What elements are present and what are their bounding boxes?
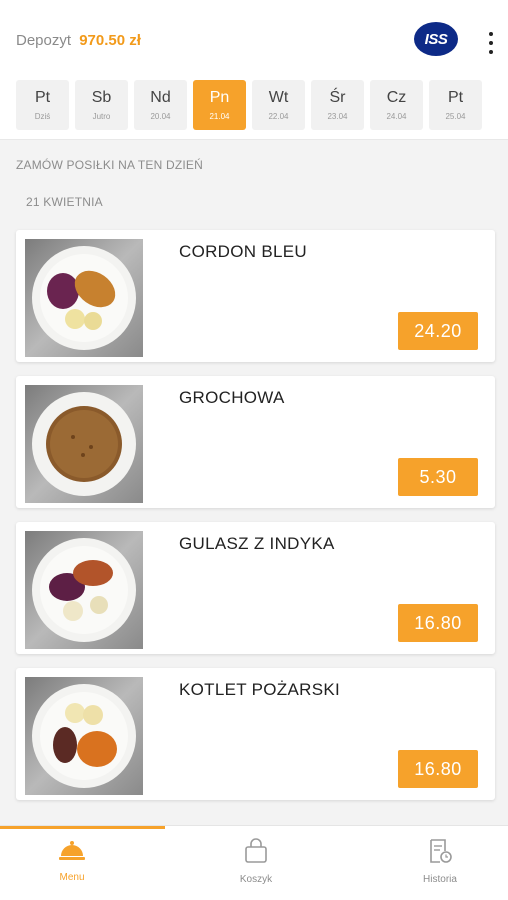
deposit-label: Depozyt — [16, 32, 72, 49]
day-abbr: Pt — [447, 89, 464, 106]
day-tab-5[interactable]: Śr 23.04 — [311, 80, 364, 130]
basket-icon — [245, 838, 267, 863]
day-sub: 25.04 — [445, 112, 466, 121]
dish-name: GROCHOWA — [179, 388, 285, 407]
order-section-title: ZAMÓW POSIŁKI NA TEN DZIEŃ — [16, 158, 204, 172]
day-abbr: Wt — [268, 89, 289, 106]
history-icon — [430, 839, 452, 863]
day-abbr: Sb — [91, 89, 112, 106]
dish-photo — [25, 531, 143, 649]
day-sub: 23.04 — [327, 112, 348, 121]
nav-history[interactable]: Historia — [380, 838, 500, 898]
dish-name: CORDON BLEU — [179, 242, 307, 261]
day-tab-1[interactable]: Sb Jutro — [75, 80, 128, 130]
day-abbr: Pn — [209, 89, 230, 106]
dish-name: GULASZ Z INDYKA — [179, 534, 335, 553]
dish-name: KOTLET POŻARSKI — [179, 680, 341, 699]
nav-menu-label: Menu — [59, 872, 85, 883]
more-options-icon[interactable] — [483, 32, 499, 54]
dish-photo — [25, 677, 143, 795]
day-tab-6[interactable]: Cz 24.04 — [370, 80, 423, 130]
dish-card[interactable]: CORDON BLEU 24.20 — [16, 230, 495, 362]
nav-history-label: Historia — [423, 874, 457, 885]
dish-card[interactable]: KOTLET POŻARSKI 16.80 — [16, 668, 495, 800]
bottom-navigation: Menu Koszyk Historia — [0, 825, 508, 900]
selected-date-title: 21 KWIETNIA — [26, 195, 103, 209]
day-abbr: Śr — [329, 89, 346, 106]
price-button[interactable]: 24.20 — [398, 312, 478, 350]
day-abbr: Cz — [386, 89, 407, 106]
nav-menu[interactable]: Menu — [12, 838, 132, 898]
nav-cart-label: Koszyk — [239, 874, 273, 885]
day-abbr: Nd — [150, 89, 171, 106]
day-tab-3-selected[interactable]: Pn 21.04 — [193, 80, 246, 130]
day-sub: Dziś — [34, 112, 51, 121]
price-button[interactable]: 5.30 — [398, 458, 478, 496]
dish-photo — [25, 239, 143, 357]
dish-card[interactable]: GULASZ Z INDYKA 16.80 — [16, 522, 495, 654]
deposit-display[interactable]: Depozyt 970.50 zł — [16, 32, 141, 49]
active-tab-indicator — [0, 826, 165, 829]
day-sub: 21.04 — [209, 112, 230, 121]
dish-card[interactable]: GROCHOWA 5.30 — [16, 376, 495, 508]
day-tab-4[interactable]: Wt 22.04 — [252, 80, 305, 130]
cloche-icon — [59, 841, 85, 860]
price-button[interactable]: 16.80 — [398, 750, 478, 788]
day-abbr: Pt — [34, 89, 51, 106]
day-sub: 20.04 — [150, 112, 171, 121]
day-tab-0[interactable]: Pt Dziś — [16, 80, 69, 130]
nav-cart[interactable]: Koszyk — [196, 838, 316, 898]
logo-text: ISS — [424, 30, 448, 48]
day-tab-7[interactable]: Pt 25.04 — [429, 80, 482, 130]
top-bar: Depozyt 970.50 zł ISS — [0, 0, 508, 80]
day-sub: 24.04 — [386, 112, 407, 121]
day-selector: Pt Dziś Sb Jutro Nd 20.04 Pn 21.04 Wt 22.04 Ś… — [0, 80, 508, 140]
day-sub: 22.04 — [268, 112, 289, 121]
iss-logo: ISS — [414, 22, 458, 56]
price-button[interactable]: 16.80 — [398, 604, 478, 642]
deposit-amount: 970.50 zł — [79, 32, 141, 49]
day-tab-2[interactable]: Nd 20.04 — [134, 80, 187, 130]
day-sub: Jutro — [92, 112, 111, 121]
dish-photo — [25, 385, 143, 503]
